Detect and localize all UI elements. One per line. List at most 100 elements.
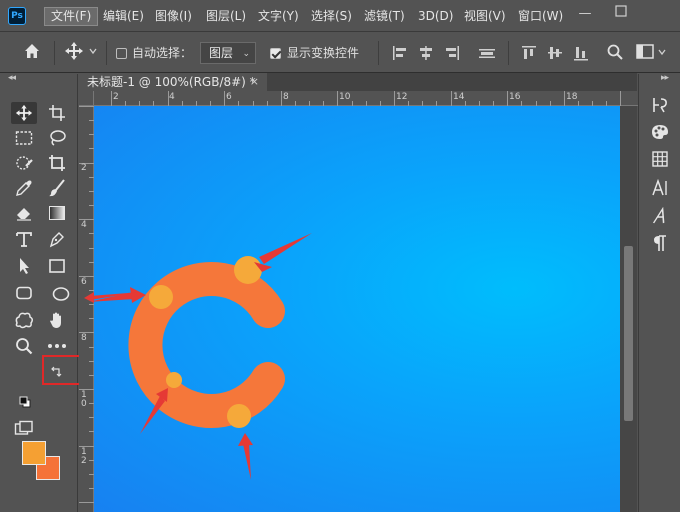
ellipse-tool[interactable] <box>48 283 74 305</box>
ruler-tick <box>450 91 452 106</box>
gradient-tool[interactable] <box>44 202 70 224</box>
ruler-tick <box>79 502 94 504</box>
menu-image[interactable]: 图像(I) <box>149 7 198 26</box>
ruler-tick <box>563 91 565 106</box>
crop-icon <box>49 155 65 171</box>
paragraph-panel-icon[interactable] <box>649 234 671 254</box>
annotation-arrow <box>243 443 251 480</box>
vertical-scrollbar[interactable] <box>620 106 637 512</box>
artboard-tool[interactable] <box>44 102 70 124</box>
ruler-label: 6 <box>226 92 232 102</box>
workspace-switcher-icon[interactable] <box>636 42 670 62</box>
search-icon[interactable] <box>606 42 624 62</box>
scrollbar-thumb[interactable] <box>624 246 633 421</box>
minimize-icon[interactable]: — <box>572 4 598 24</box>
zoom-tool[interactable] <box>11 335 37 357</box>
menu-edit[interactable]: 编辑(E) <box>97 7 150 26</box>
document-tab-title: 未标题-1 @ 100%(RGB/8#) * <box>87 75 256 89</box>
menu-view[interactable]: 视图(V) <box>458 7 512 26</box>
align-left-edges-icon[interactable] <box>392 43 408 63</box>
show-transform-checkbox[interactable] <box>270 48 281 59</box>
photoshop-logo: Ps <box>8 7 26 25</box>
color-palette-icon[interactable] <box>649 124 671 144</box>
document-tab-bar: 未标题-1 @ 100%(RGB/8#) * × <box>79 73 637 91</box>
default-colors-icon[interactable] <box>19 396 31 411</box>
more-icon <box>48 344 66 348</box>
ruler-label: 2 <box>113 92 119 102</box>
crop-tool[interactable] <box>44 152 70 174</box>
ruler-tick <box>620 91 622 106</box>
menu-window[interactable]: 窗口(W) <box>512 7 569 26</box>
quick-selection-tool[interactable] <box>11 152 37 174</box>
swap-colors-icon[interactable] <box>50 366 62 381</box>
ruler-label: 14 <box>453 92 465 102</box>
swatches-grid-icon[interactable] <box>649 151 671 171</box>
ruler-tick <box>79 106 94 107</box>
menu-filter[interactable]: 滤镜(T) <box>358 7 411 26</box>
align-horizontal-centers-icon[interactable] <box>418 43 434 63</box>
align-right-edges-icon[interactable] <box>444 43 460 63</box>
rectangle-tool[interactable] <box>44 255 70 277</box>
edit-toolbar-button[interactable] <box>44 335 70 357</box>
ellipse-icon <box>52 287 70 301</box>
character-panel-icon[interactable] <box>649 178 671 199</box>
custom-shape-icon <box>15 312 34 329</box>
move-tool[interactable] <box>11 102 37 124</box>
glyphs-panel-icon[interactable] <box>649 206 671 227</box>
dropdown-value: 图层 <box>209 46 234 60</box>
auto-select-checkbox[interactable] <box>116 48 127 59</box>
distribute-vertical-icon[interactable] <box>478 43 496 63</box>
menu-type[interactable]: 文字(Y) <box>252 7 305 26</box>
type-tool[interactable] <box>11 228 37 250</box>
document-tab[interactable]: 未标题-1 @ 100%(RGB/8#) * × <box>79 73 267 91</box>
rectangular-marquee-icon <box>15 131 33 145</box>
close-icon[interactable]: × <box>250 73 259 91</box>
decor-dot <box>227 404 251 428</box>
ellipse-tool-highlight-box <box>42 355 82 385</box>
marquee-tool[interactable] <box>11 127 37 149</box>
rounded-rectangle-tool[interactable] <box>11 282 37 304</box>
ruler-label: 1 2 <box>81 447 87 466</box>
ruler-origin[interactable] <box>79 91 94 106</box>
menu-layer[interactable]: 图层(L) <box>200 7 252 26</box>
artboard-icon <box>49 105 65 121</box>
menu-3d[interactable]: 3D(D) <box>412 7 459 26</box>
maximize-icon[interactable] <box>608 4 634 24</box>
collapse-panel-icon[interactable]: ◂◂ <box>8 73 16 83</box>
ruler-tick <box>111 91 112 106</box>
horizontal-ruler[interactable]: 2 4 6 8 10 12 14 16 18 <box>94 91 638 106</box>
eyedropper-tool[interactable] <box>11 177 37 199</box>
hand-tool[interactable] <box>44 309 70 331</box>
move-tool-preset-icon[interactable] <box>64 41 98 61</box>
path-selection-icon <box>20 258 29 274</box>
menu-select[interactable]: 选择(S) <box>305 7 358 26</box>
hand-icon <box>50 312 61 328</box>
collapse-dock-icon[interactable]: ▸▸ <box>661 73 669 83</box>
ruler-label: 18 <box>566 92 578 102</box>
path-selection-tool[interactable] <box>11 255 37 277</box>
auto-select-target-dropdown[interactable]: 图层 ⌄ <box>200 42 256 64</box>
ruler-label: 8 <box>283 92 289 102</box>
menu-file[interactable]: 文件(F) <box>44 7 99 26</box>
brush-tool[interactable] <box>44 177 70 199</box>
type-icon <box>16 232 32 247</box>
eraser-icon <box>17 208 31 221</box>
history-icon[interactable] <box>649 96 671 116</box>
ruler-label: 4 <box>169 92 175 102</box>
quick-mask-icon[interactable] <box>14 420 34 439</box>
custom-shape-tool[interactable] <box>11 309 37 331</box>
tools-panel: ◂◂ <box>0 73 82 512</box>
document-canvas[interactable] <box>94 106 620 512</box>
eraser-tool[interactable] <box>11 202 37 224</box>
foreground-color-swatch[interactable] <box>22 441 46 465</box>
lasso-tool[interactable] <box>44 127 70 149</box>
ruler-label: 1 0 <box>81 390 87 409</box>
vertical-ruler[interactable]: 2 4 6 8 1 0 1 2 <box>79 106 94 512</box>
quick-selection-icon <box>16 156 33 170</box>
decor-dot <box>149 285 173 309</box>
home-icon[interactable] <box>22 41 42 61</box>
pen-tool[interactable] <box>44 228 70 250</box>
align-vertical-centers-icon[interactable] <box>546 43 564 63</box>
align-top-edges-icon[interactable] <box>520 43 538 63</box>
align-bottom-edges-icon[interactable] <box>572 43 590 63</box>
